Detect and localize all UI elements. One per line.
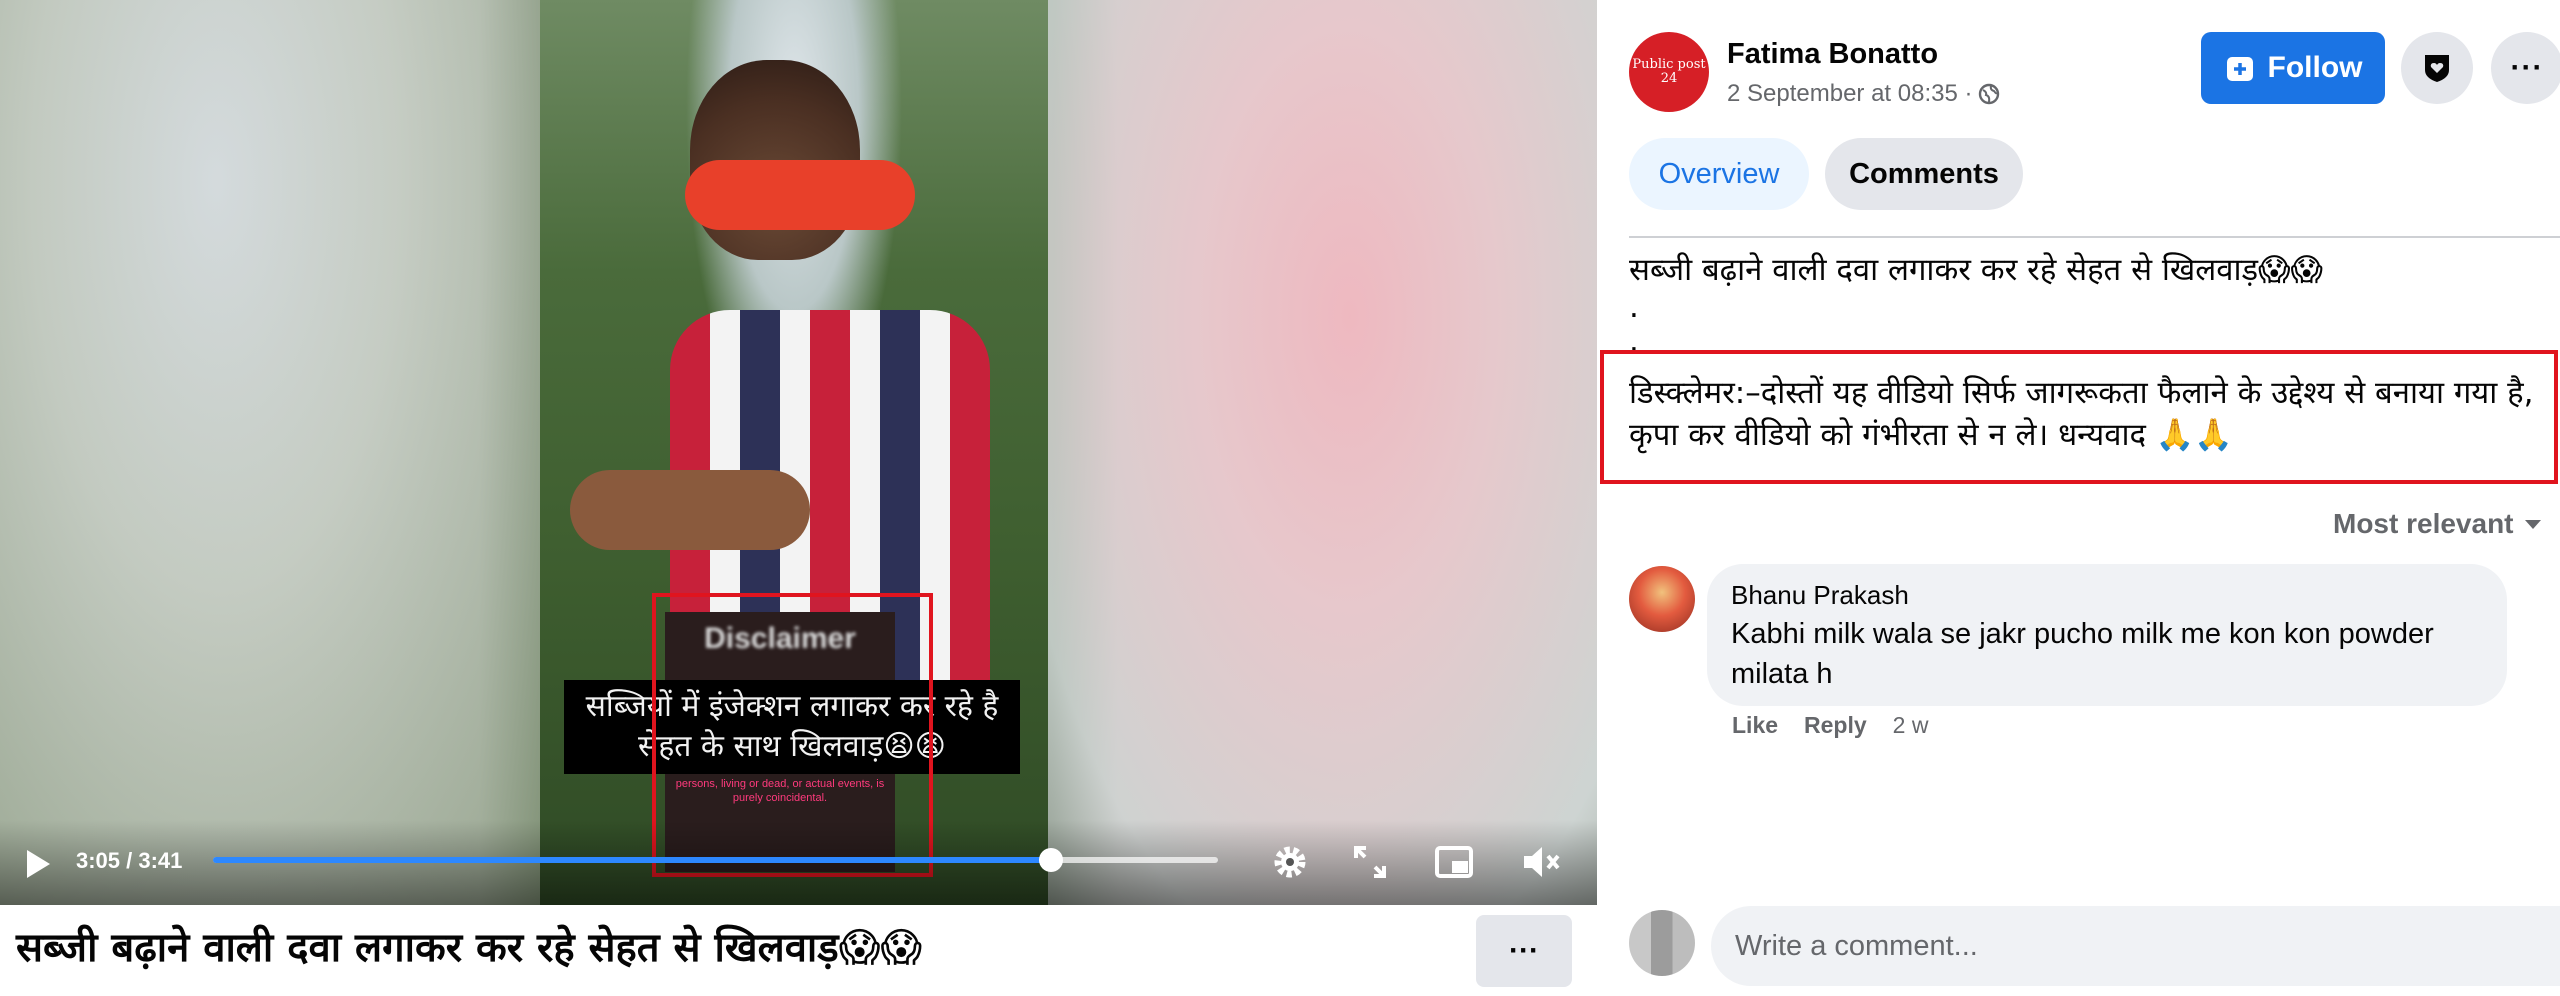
caret-down-icon [2524, 520, 2541, 529]
person-hands [570, 470, 810, 550]
progress-fill [213, 857, 1052, 863]
avatar-text-1: Public post [1632, 57, 1706, 72]
play-button[interactable] [18, 844, 58, 884]
comment-sort-dropdown[interactable]: Most relevant [2333, 508, 2542, 540]
more-dots-icon: ··· [2510, 51, 2544, 84]
timestamp-text[interactable]: 2 September at 08:35 · [1727, 80, 1972, 108]
settings-button[interactable] [1268, 840, 1312, 884]
shield-heart-icon [2425, 55, 2449, 82]
like-comment-button[interactable]: Like [1732, 712, 1778, 739]
page-avatar[interactable]: Public post 24 [1629, 32, 1709, 112]
highlight-box-disclaimer [1600, 350, 2558, 484]
speaker-muted-icon [1524, 847, 1560, 877]
commenter-avatar[interactable] [1629, 566, 1695, 632]
comment-text: Kabhi milk wala se jakr pucho milk me ko… [1731, 618, 2434, 690]
gear-icon [1274, 846, 1306, 878]
video-blur-left [0, 0, 540, 905]
video-title: सब्जी बढ़ाने वाली दवा लगाकर कर रहे सेहत … [16, 925, 923, 971]
follow-button[interactable]: Follow [2201, 32, 2385, 104]
picture-in-picture-icon [1435, 846, 1473, 878]
video-controls: 3:05 / 3:41 [0, 820, 1597, 905]
save-button[interactable] [2401, 32, 2473, 104]
tabs-divider [1629, 236, 2560, 238]
fullscreen-button[interactable] [1348, 840, 1392, 884]
comment-input[interactable]: Write a comment... [1711, 906, 2560, 986]
video-more-button[interactable]: ··· [1476, 915, 1572, 987]
comment-input-placeholder: Write a comment... [1735, 929, 1978, 962]
add-page-icon [2226, 57, 2253, 81]
post-text-line-1: सब्जी बढ़ाने वाली दवा लगाकर कर रहे सेहत … [1629, 252, 2323, 288]
comment-age[interactable]: 2 w [1893, 712, 1929, 739]
post-more-button[interactable]: ··· [2491, 32, 2560, 104]
expand-icon [1354, 846, 1386, 878]
tab-overview[interactable]: Overview [1629, 138, 1809, 210]
post-text-dot-1: . [1629, 289, 1639, 325]
video-player[interactable]: Disclaimer persons, living or dead, or a… [0, 0, 1597, 905]
reply-comment-button[interactable]: Reply [1804, 712, 1867, 739]
video-blur-right [1048, 0, 1597, 905]
follow-label: Follow [2267, 51, 2363, 84]
current-user-avatar [1629, 910, 1695, 976]
progress-bar[interactable] [213, 848, 1218, 872]
author-name[interactable]: Fatima Bonatto [1727, 38, 1938, 71]
globe-icon [1979, 83, 2000, 105]
progress-knob[interactable] [1039, 848, 1064, 872]
comment-bubble: Bhanu Prakash Kabhi milk wala se jakr pu… [1707, 564, 2507, 706]
tab-overview-label: Overview [1658, 157, 1780, 190]
comment-actions: Like Reply 2 w [1732, 712, 1928, 739]
mute-button[interactable] [1520, 840, 1564, 884]
sort-label: Most relevant [2333, 508, 2514, 539]
person-headband [685, 160, 915, 230]
avatar-text-2: 24 [1660, 71, 1678, 86]
tab-comments-label: Comments [1849, 157, 1999, 190]
post-timestamp: 2 September at 08:35 · [1727, 80, 2000, 108]
video-time: 3:05 / 3:41 [76, 848, 183, 873]
play-icon [27, 850, 50, 878]
tab-comments[interactable]: Comments [1825, 138, 2023, 210]
post-panel: Public post 24 Fatima Bonatto 2 Septembe… [1597, 0, 2560, 996]
commenter-name[interactable]: Bhanu Prakash [1731, 580, 1909, 611]
miniplayer-button[interactable] [1432, 840, 1476, 884]
